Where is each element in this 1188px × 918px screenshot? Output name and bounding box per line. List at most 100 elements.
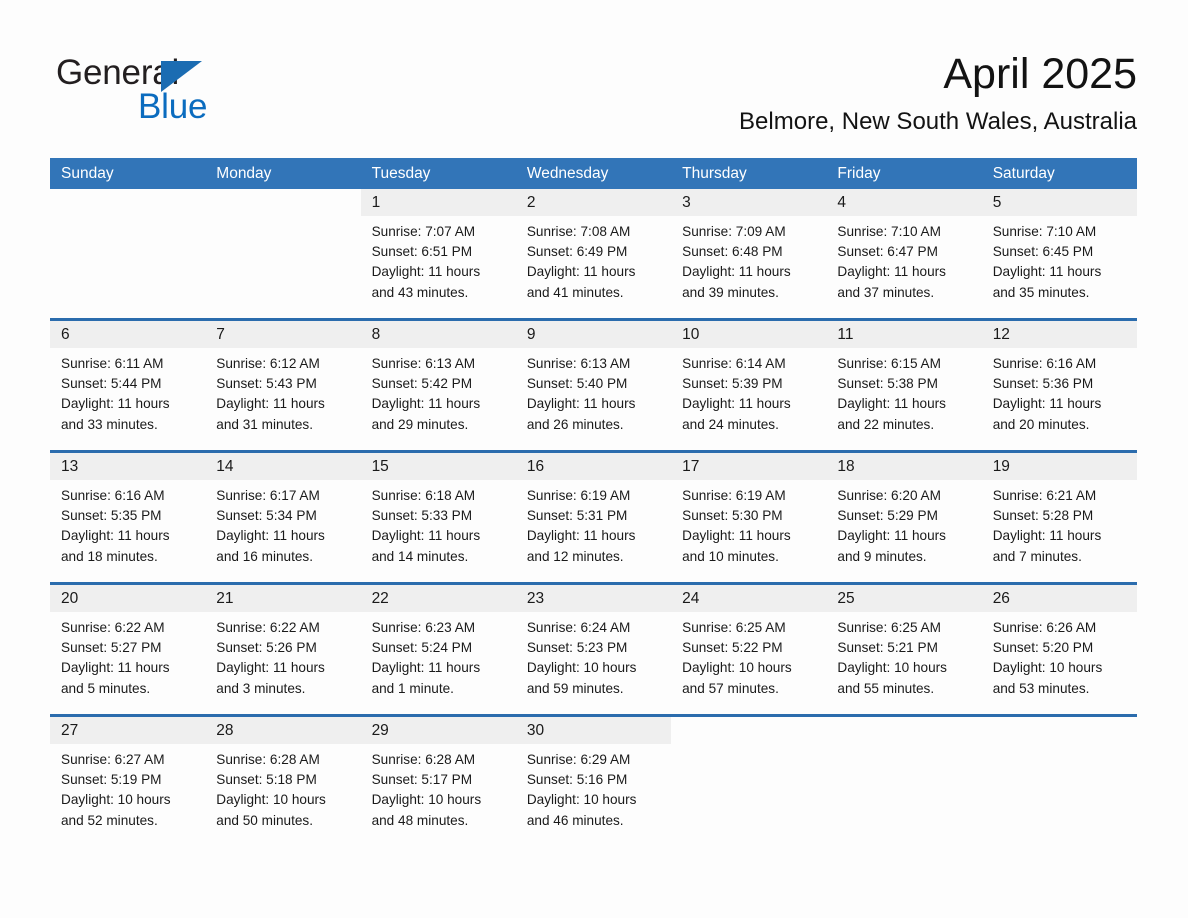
day-number-bar: 22 — [360, 585, 516, 612]
calendar-cell-day[interactable]: 28 Sunrise: 6:28 AM Sunset: 5:18 PM Dayligh… — [205, 717, 361, 846]
sunset-text: Sunset: 5:33 PM — [371, 508, 473, 524]
sunset-text: Sunset: 5:29 PM — [837, 508, 938, 524]
day-details: Sunrise: 7:10 AM Sunset: 6:47 PM Daylight:… — [826, 216, 981, 303]
daylight-text: Daylight: 10 hours and 48 minutes. — [371, 792, 482, 828]
day-details: Sunrise: 6:25 AM Sunset: 5:21 PM Daylight:… — [826, 612, 981, 699]
day-number-bar: 12 — [981, 321, 1137, 348]
daylight-text: Daylight: 10 hours and 59 minutes. — [526, 660, 637, 696]
daylight-text: Daylight: 10 hours and 46 minutes. — [526, 792, 637, 828]
calendar-cell-day[interactable]: 29 Sunrise: 6:28 AM Sunset: 5:17 PM Dayligh… — [360, 717, 516, 846]
calendar-cell-day[interactable]: 12 Sunrise: 6:16 AM Sunset: 5:36 PM Dayligh… — [981, 321, 1137, 450]
daylight-text: Daylight: 11 hours and 9 minutes. — [837, 528, 946, 564]
calendar-cell-day[interactable]: 15 Sunrise: 6:18 AM Sunset: 5:33 PM Dayligh… — [360, 453, 516, 582]
day-number: 26 — [992, 590, 1010, 607]
sunrise-text: Sunrise: 6:24 AM — [526, 620, 631, 635]
general-blue-logo: General Blue — [56, 54, 276, 130]
calendar-cell-day[interactable]: 26 Sunrise: 6:26 AM Sunset: 5:20 PM Dayligh… — [981, 585, 1137, 714]
day-number: 30 — [526, 722, 545, 739]
day-number-bar: 23 — [515, 585, 672, 612]
calendar-cell-day[interactable]: 1 Sunrise: 7:07 AM Sunset: 6:51 PM Daylight… — [360, 189, 516, 318]
day-number: 7 — [216, 326, 225, 343]
day-number-bar: 20 — [50, 585, 206, 612]
sunrise-text: Sunrise: 6:26 AM — [992, 620, 1097, 635]
sunrise-text: Sunrise: 6:15 AM — [837, 356, 941, 371]
sunset-text: Sunset: 5:18 PM — [216, 772, 317, 788]
calendar-cell-day[interactable]: 25 Sunrise: 6:25 AM Sunset: 5:21 PM Dayligh… — [826, 585, 982, 714]
weekday-monday: Monday — [216, 165, 272, 182]
day-number-bar: 15 — [360, 453, 516, 480]
calendar-cell-day[interactable]: 21 Sunrise: 6:22 AM Sunset: 5:26 PM Dayligh… — [205, 585, 361, 714]
sunrise-text: Sunrise: 6:21 AM — [992, 488, 1097, 503]
calendar-cell-day[interactable]: 30 Sunrise: 6:29 AM Sunset: 5:16 PM Dayligh… — [515, 717, 672, 846]
calendar-cell-day[interactable]: 23 Sunrise: 6:24 AM Sunset: 5:23 PM Dayligh… — [515, 585, 672, 714]
day-details: Sunrise: 6:23 AM Sunset: 5:24 PM Daylight:… — [361, 612, 516, 699]
calendar-cell-day[interactable]: 11 Sunrise: 6:15 AM Sunset: 5:38 PM Dayligh… — [826, 321, 982, 450]
calendar-cell-day[interactable]: 9 Sunrise: 6:13 AM Sunset: 5:40 PM Daylight… — [515, 321, 672, 450]
sunset-text: Sunset: 5:42 PM — [371, 376, 473, 392]
day-number-bar: 24 — [671, 585, 827, 612]
daylight-text: Daylight: 10 hours and 50 minutes. — [216, 792, 326, 828]
calendar-week-row: 1 Sunrise: 7:07 AM Sunset: 6:51 PM Daylight… — [50, 189, 1137, 318]
day-details: Sunrise: 6:12 AM Sunset: 5:43 PM Daylight:… — [205, 348, 360, 435]
calendar-cell-day[interactable]: 16 Sunrise: 6:19 AM Sunset: 5:31 PM Dayligh… — [515, 453, 672, 582]
calendar-cell-day[interactable]: 8 Sunrise: 6:13 AM Sunset: 5:42 PM Daylight… — [360, 321, 516, 450]
day-number-bar: 7 — [205, 321, 361, 348]
day-number: 9 — [526, 326, 536, 343]
calendar-cell-day[interactable]: 4 Sunrise: 7:10 AM Sunset: 6:47 PM Daylight… — [826, 189, 982, 318]
calendar-cell-day[interactable]: 22 Sunrise: 6:23 AM Sunset: 5:24 PM Dayligh… — [360, 585, 516, 714]
sunset-text: Sunset: 5:38 PM — [837, 376, 938, 392]
daylight-text: Daylight: 10 hours and 57 minutes. — [682, 660, 792, 696]
day-number-bar: 11 — [826, 321, 982, 348]
calendar-cell-day[interactable]: 2 Sunrise: 7:08 AM Sunset: 6:49 PM Daylight… — [515, 189, 672, 318]
calendar-cell-day[interactable]: 5 Sunrise: 7:10 AM Sunset: 6:45 PM Daylight… — [981, 189, 1137, 318]
calendar-cell-day[interactable]: 7 Sunrise: 6:12 AM Sunset: 5:43 PM Daylight… — [205, 321, 361, 450]
sunset-text: Sunset: 5:35 PM — [61, 508, 162, 524]
day-number: 19 — [992, 458, 1010, 475]
daylight-text: Daylight: 11 hours and 41 minutes. — [526, 264, 636, 300]
day-number-bar: 28 — [205, 717, 361, 744]
day-details: Sunrise: 7:09 AM Sunset: 6:48 PM Daylight:… — [671, 216, 826, 303]
day-details: Sunrise: 6:26 AM Sunset: 5:20 PM Daylight:… — [982, 612, 1137, 699]
sunrise-text: Sunrise: 6:14 AM — [682, 356, 786, 371]
calendar-cell-day[interactable]: 10 Sunrise: 6:14 AM Sunset: 5:39 PM Dayligh… — [671, 321, 827, 450]
sunset-text: Sunset: 5:44 PM — [61, 376, 162, 392]
daylight-text: Daylight: 11 hours and 12 minutes. — [526, 528, 636, 564]
sunset-text: Sunset: 6:49 PM — [526, 244, 628, 260]
calendar-cell-day[interactable]: 24 Sunrise: 6:25 AM Sunset: 5:22 PM Dayligh… — [671, 585, 827, 714]
day-details: Sunrise: 7:08 AM Sunset: 6:49 PM Daylight:… — [516, 216, 671, 303]
day-number: 8 — [371, 326, 381, 343]
weekday-wednesday: Wednesday — [526, 165, 609, 182]
calendar-cell-day[interactable]: 18 Sunrise: 6:20 AM Sunset: 5:29 PM Dayligh… — [826, 453, 982, 582]
daylight-text: Daylight: 11 hours and 33 minutes. — [61, 396, 170, 432]
calendar-cell-day[interactable]: 14 Sunrise: 6:17 AM Sunset: 5:34 PM Dayligh… — [205, 453, 361, 582]
calendar-cell-day[interactable]: 19 Sunrise: 6:21 AM Sunset: 5:28 PM Dayligh… — [981, 453, 1137, 582]
day-number: 14 — [216, 458, 234, 475]
daylight-text: Daylight: 11 hours and 22 minutes. — [837, 396, 946, 432]
day-number: 24 — [682, 590, 700, 607]
calendar-cell-day[interactable]: 27 Sunrise: 6:27 AM Sunset: 5:19 PM Dayligh… — [50, 717, 206, 846]
daylight-text: Daylight: 11 hours and 35 minutes. — [992, 264, 1102, 300]
day-number-bar: 16 — [515, 453, 672, 480]
calendar-cell-empty — [50, 189, 205, 318]
day-number-bar: 19 — [981, 453, 1137, 480]
day-number-bar — [982, 717, 1137, 744]
day-number-bar: 14 — [205, 453, 361, 480]
sunset-text: Sunset: 5:19 PM — [61, 772, 162, 788]
calendar-week-row: 20 Sunrise: 6:22 AM Sunset: 5:27 PM Dayligh… — [50, 582, 1137, 714]
day-number-bar: 27 — [50, 717, 206, 744]
calendar-cell-day[interactable]: 6 Sunrise: 6:11 AM Sunset: 5:44 PM Daylight… — [50, 321, 206, 450]
calendar-cell-day[interactable]: 13 Sunrise: 6:16 AM Sunset: 5:35 PM Dayligh… — [50, 453, 206, 582]
day-details: Sunrise: 6:15 AM Sunset: 5:38 PM Daylight:… — [826, 348, 981, 435]
calendar-cell-day[interactable]: 20 Sunrise: 6:22 AM Sunset: 5:27 PM Dayligh… — [50, 585, 206, 714]
calendar-table: Sunday Monday Tuesday Wednesday Thursday… — [50, 158, 1137, 846]
calendar-cell-day[interactable]: 3 Sunrise: 7:09 AM Sunset: 6:48 PM Daylight… — [671, 189, 827, 318]
day-number-bar: 9 — [515, 321, 672, 348]
day-number-bar: 5 — [981, 189, 1137, 216]
sunrise-text: Sunrise: 6:22 AM — [216, 620, 320, 635]
sunrise-text: Sunrise: 6:28 AM — [371, 752, 476, 767]
day-number: 17 — [682, 458, 700, 475]
calendar-cell-day[interactable]: 17 Sunrise: 6:19 AM Sunset: 5:30 PM Dayligh… — [671, 453, 827, 582]
sunset-text: Sunset: 5:20 PM — [992, 640, 1094, 656]
day-details: Sunrise: 6:11 AM Sunset: 5:44 PM Daylight:… — [50, 348, 205, 435]
calendar-week-row: 27 Sunrise: 6:27 AM Sunset: 5:19 PM Dayligh… — [50, 714, 1137, 846]
